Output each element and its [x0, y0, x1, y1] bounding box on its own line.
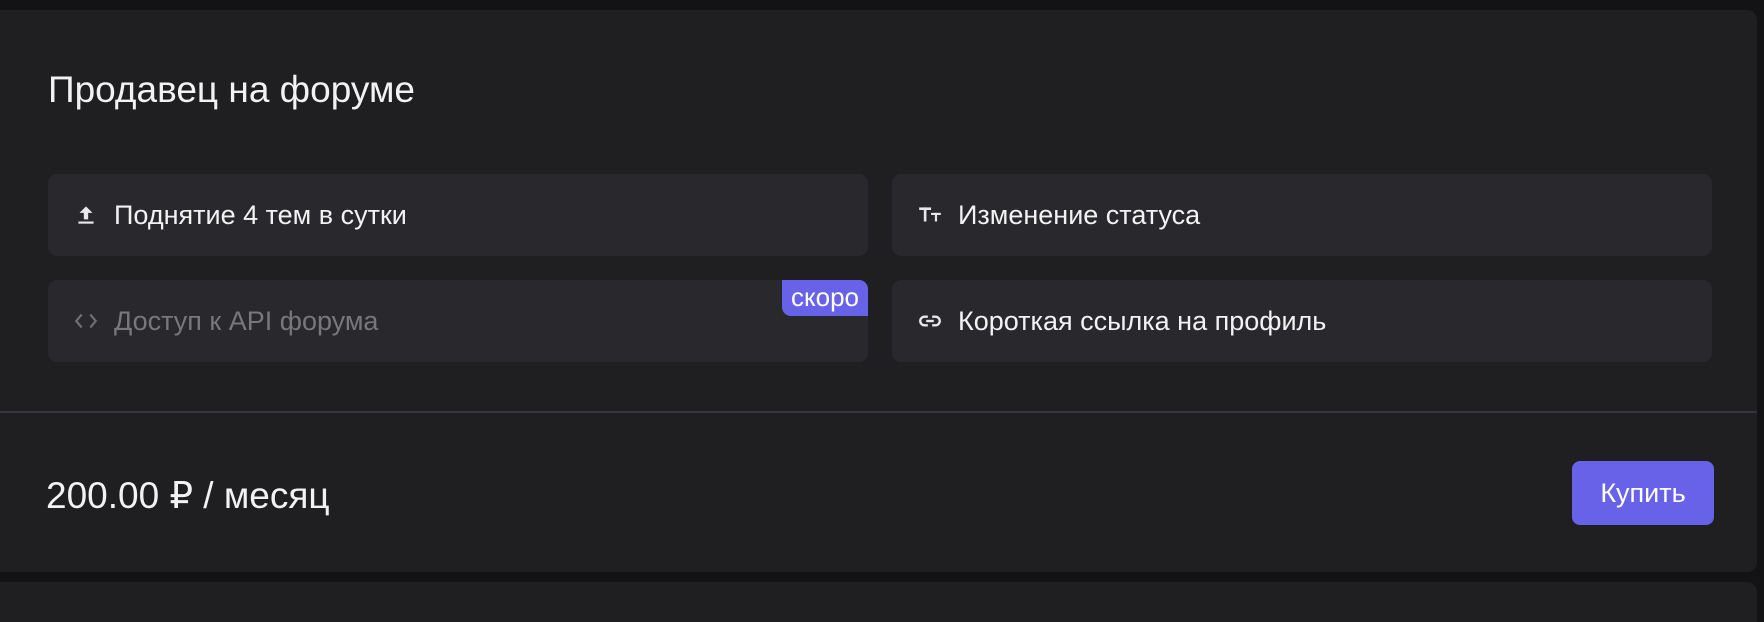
- feature-label: Короткая ссылка на профиль: [958, 306, 1327, 336]
- feature-item-status-change: Изменение статуса: [892, 174, 1712, 256]
- feature-label: Изменение статуса: [958, 200, 1201, 230]
- plan-price: 200.00 ₽ / месяц: [46, 475, 330, 516]
- divider: [0, 411, 1757, 413]
- feature-item-topic-bump: Поднятие 4 тем в сутки: [48, 174, 868, 256]
- code-icon: [72, 307, 100, 335]
- plan-title: Продавец на форуме: [48, 69, 415, 110]
- next-plan-card: [0, 582, 1757, 622]
- link-icon: [916, 307, 944, 335]
- buy-button[interactable]: Купить: [1572, 461, 1714, 525]
- feature-item-short-link: Короткая ссылка на профиль: [892, 280, 1712, 362]
- upload-icon: [72, 201, 100, 229]
- text-size-icon: [916, 201, 944, 229]
- feature-label: Доступ к API форума: [114, 306, 379, 336]
- plan-card: Продавец на форуме Поднятие 4 тем в сутк…: [0, 10, 1757, 572]
- coming-soon-badge: скоро: [781, 280, 868, 316]
- feature-item-api-access: Доступ к API форума скоро: [48, 280, 868, 362]
- feature-label: Поднятие 4 тем в сутки: [114, 200, 407, 230]
- feature-list: Поднятие 4 тем в сутки Изменение статуса: [48, 174, 1712, 362]
